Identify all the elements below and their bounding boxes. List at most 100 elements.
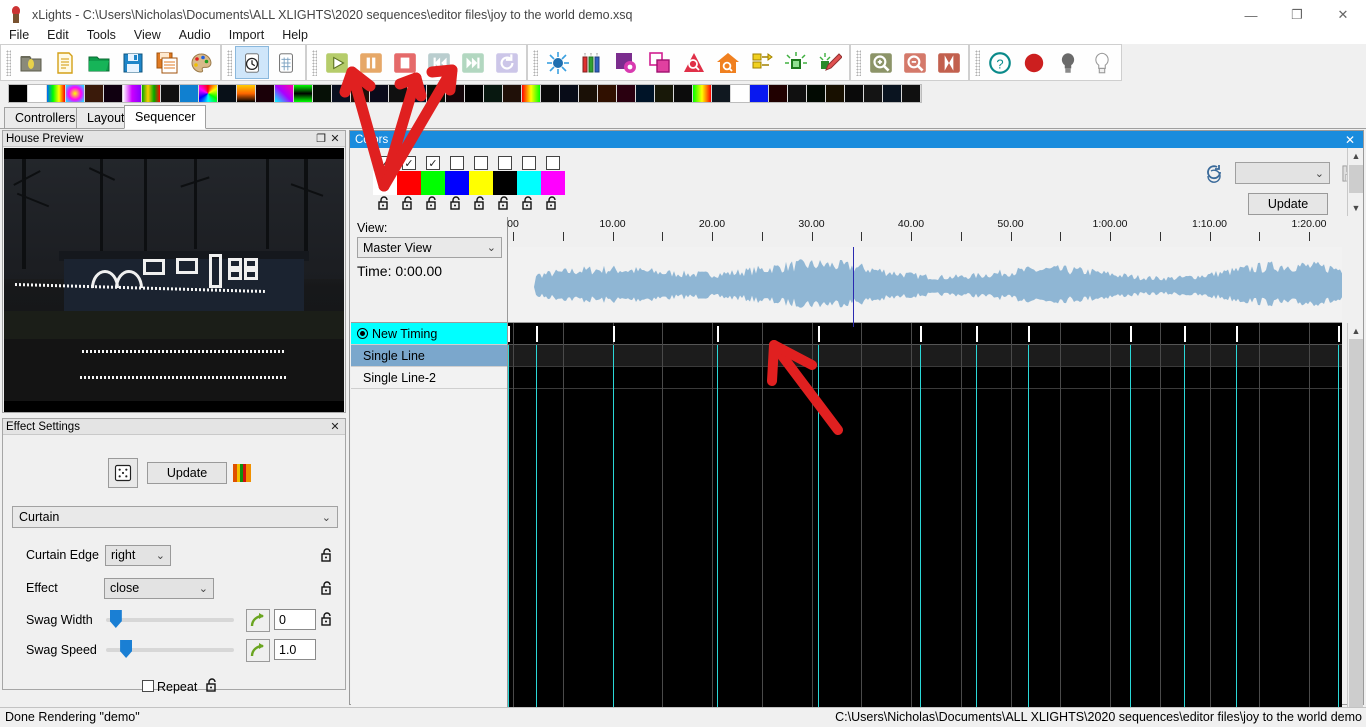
palette-update-button[interactable]: Update — [1248, 193, 1328, 215]
effect-icon-40[interactable] — [769, 85, 788, 102]
color-palette-icon[interactable] — [233, 464, 251, 482]
open-folder-icon[interactable] — [82, 46, 116, 79]
effect-icon-10[interactable] — [199, 85, 218, 102]
close-icon[interactable]: ✕ — [328, 132, 342, 146]
radio-selected-icon[interactable] — [357, 328, 368, 339]
effect-icon-5[interactable] — [104, 85, 123, 102]
zoom-in-icon[interactable] — [864, 46, 898, 79]
scroll-thumb[interactable] — [1349, 165, 1363, 193]
color-lock-icon-7[interactable] — [521, 196, 537, 212]
effect-icon-36[interactable] — [693, 85, 712, 102]
swag-speed-reset-button[interactable] — [246, 639, 270, 662]
save-icon[interactable] — [116, 46, 150, 79]
effect-icon-26[interactable] — [503, 85, 522, 102]
color-rotate-icon[interactable] — [1199, 160, 1229, 188]
effect-icon-27[interactable] — [522, 85, 541, 102]
swag-width-lock-icon[interactable] — [320, 612, 334, 627]
color-lock-icon-8[interactable] — [545, 196, 561, 212]
effect-icon-22[interactable] — [427, 85, 446, 102]
toolbar-grip[interactable] — [533, 50, 538, 76]
house-preview-canvas[interactable] — [4, 148, 344, 412]
effect-icon-45[interactable] — [864, 85, 883, 102]
color-lock-icon-5[interactable] — [473, 196, 489, 212]
menu-import[interactable]: Import — [220, 26, 273, 44]
color-enable-checkbox-1[interactable]: ✓ — [378, 156, 392, 170]
swag-width-slider[interactable] — [106, 618, 234, 622]
color-lock-icon-4[interactable] — [449, 196, 465, 212]
scroll-up-icon[interactable]: ▲ — [1348, 323, 1364, 339]
effect-icon-30[interactable] — [579, 85, 598, 102]
scroll-thumb[interactable] — [1349, 339, 1363, 727]
effect-icon-17[interactable] — [332, 85, 351, 102]
render-icon[interactable] — [779, 46, 813, 79]
new-document-icon[interactable] — [48, 46, 82, 79]
close-icon[interactable]: ✕ — [328, 420, 342, 434]
house-icon[interactable] — [711, 46, 745, 79]
light-on-icon[interactable] — [1085, 46, 1119, 79]
repeat-lock-icon[interactable] — [205, 678, 219, 693]
effect-icon-34[interactable] — [655, 85, 674, 102]
clock-icon[interactable] — [235, 46, 269, 79]
effect-icon-44[interactable] — [845, 85, 864, 102]
effect-icon-13[interactable] — [256, 85, 275, 102]
grid-vscrollbar[interactable]: ▲ ▼ — [1347, 323, 1363, 727]
effect-icon-24[interactable] — [465, 85, 484, 102]
effect-icon-4[interactable] — [85, 85, 104, 102]
color-enable-checkbox-4[interactable] — [450, 156, 464, 170]
effect-icon-20[interactable] — [389, 85, 408, 102]
effect-icon-15[interactable] — [294, 85, 313, 102]
effect-icon-37[interactable] — [712, 85, 731, 102]
crayons-icon[interactable] — [575, 46, 609, 79]
curtain-edge-combo[interactable]: right ⌄ — [105, 545, 171, 566]
menu-file[interactable]: File — [0, 26, 38, 44]
toolbar-grip[interactable] — [856, 50, 861, 76]
color-enable-checkbox-7[interactable] — [522, 156, 536, 170]
color-button-7[interactable] — [517, 171, 541, 195]
color-button-4[interactable] — [445, 171, 469, 195]
light-off-icon[interactable] — [1051, 46, 1085, 79]
grid-row-single-line[interactable] — [508, 345, 1342, 367]
effect-icon-1[interactable] — [28, 85, 47, 102]
tab-sequencer[interactable]: Sequencer — [124, 105, 206, 129]
stop-lights-icon[interactable] — [1017, 46, 1051, 79]
swag-speed-slider[interactable] — [106, 648, 234, 652]
menu-audio[interactable]: Audio — [170, 26, 220, 44]
render-all-icon[interactable] — [541, 46, 575, 79]
new-sequence-icon[interactable] — [14, 46, 48, 79]
effect-icon-29[interactable] — [560, 85, 579, 102]
menu-view[interactable]: View — [125, 26, 170, 44]
menu-help[interactable]: Help — [273, 26, 317, 44]
edit-effect-icon[interactable] — [813, 46, 847, 79]
toolbar-grip[interactable] — [227, 50, 232, 76]
track-row-single-line[interactable]: Single Line — [351, 345, 507, 367]
scroll-down-icon[interactable]: ▼ — [1348, 200, 1364, 216]
swag-width-reset-button[interactable] — [246, 609, 270, 632]
effect-icon-47[interactable] — [902, 85, 921, 102]
swag-speed-input[interactable]: 1.0 — [274, 639, 316, 660]
stop-icon[interactable] — [388, 46, 422, 79]
effect-icon-7[interactable] — [142, 85, 161, 102]
color-button-3[interactable] — [421, 171, 445, 195]
menu-edit[interactable]: Edit — [38, 26, 78, 44]
view-combo[interactable]: Master View ⌄ — [357, 237, 502, 258]
scroll-up-icon[interactable]: ▲ — [1348, 148, 1364, 164]
effect-icon-21[interactable] — [408, 85, 427, 102]
effect-icon-46[interactable] — [883, 85, 902, 102]
random-effect-dice-icon[interactable] — [108, 458, 138, 488]
effect-update-button[interactable]: Update — [147, 462, 227, 484]
effect-combo[interactable]: close ⌄ — [104, 578, 214, 599]
effect-icon-6[interactable] — [123, 85, 142, 102]
toolbar-grip[interactable] — [312, 50, 317, 76]
effect-icon-8[interactable] — [161, 85, 180, 102]
effect-icon-19[interactable] — [370, 85, 389, 102]
rewind-icon[interactable] — [422, 46, 456, 79]
color-button-8[interactable] — [541, 171, 565, 195]
effect-icon-28[interactable] — [541, 85, 560, 102]
effect-icon-33[interactable] — [636, 85, 655, 102]
track-row-new-timing[interactable]: New Timing — [351, 323, 507, 345]
grid-icon[interactable] — [269, 46, 303, 79]
effect-icon-31[interactable] — [598, 85, 617, 102]
color-lock-icon-1[interactable] — [377, 196, 393, 212]
color-lock-icon-2[interactable] — [401, 196, 417, 212]
effect-icon-39[interactable] — [750, 85, 769, 102]
